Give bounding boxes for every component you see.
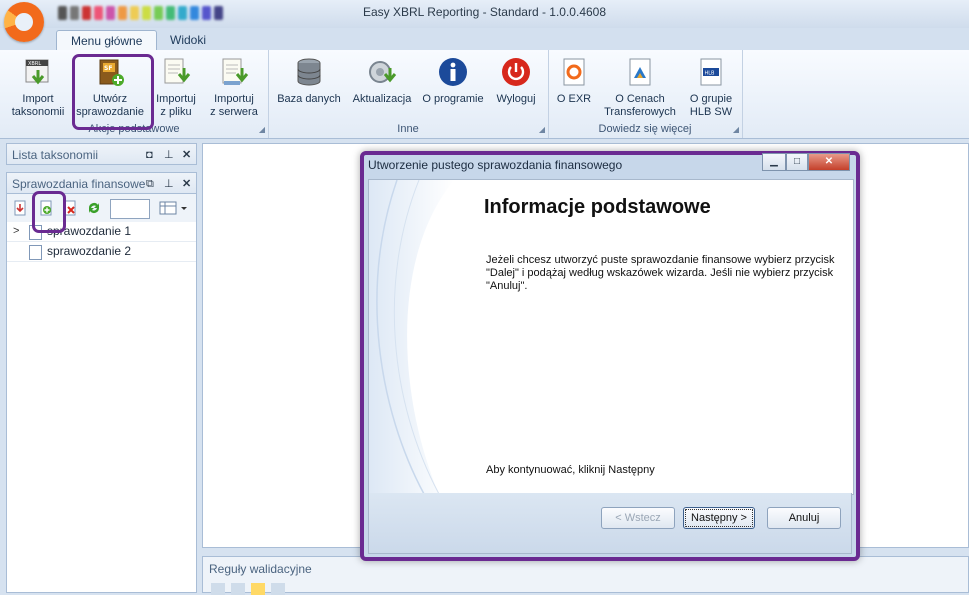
- back-button[interactable]: < Wstecz: [601, 507, 675, 529]
- panel-title: Sprawozdania finansowe: [12, 177, 146, 191]
- dialog-launcher-icon[interactable]: ◢: [539, 125, 545, 134]
- create-report-button[interactable]: SF Utwórz sprawozdanie: [76, 56, 144, 119]
- about-exr-button[interactable]: O EXR: [552, 56, 596, 106]
- dialog-launcher-icon[interactable]: ◢: [733, 125, 739, 134]
- exr-doc-icon: [558, 56, 590, 88]
- toolbar-icon[interactable]: [271, 583, 285, 595]
- cancel-button[interactable]: Anuluj: [767, 507, 841, 529]
- close-icon[interactable]: ✕: [808, 153, 850, 171]
- svg-text:HLB: HLB: [705, 71, 716, 77]
- import-taxonomy-button[interactable]: XBRL Import taksonomii: [8, 56, 68, 119]
- search-input[interactable]: [110, 199, 150, 219]
- toolbar-icon[interactable]: [231, 583, 245, 595]
- power-icon: [500, 56, 532, 88]
- import-report-icon[interactable]: [12, 200, 28, 216]
- pin-icon[interactable]: ⊥: [164, 144, 174, 166]
- list-item[interactable]: > sprawozdanie 1: [7, 222, 196, 241]
- info-icon: [437, 56, 469, 88]
- ribbon-tab-bar: Menu główne Widoki: [0, 28, 969, 51]
- hlb-doc-icon: HLB: [695, 56, 727, 88]
- import-from-file-button[interactable]: Importuj z pliku: [150, 56, 202, 119]
- import-server-icon: [218, 56, 250, 88]
- reports-panel: > sprawozdanie 1 sprawozdanie 2: [6, 194, 197, 593]
- report-doc-icon: [29, 245, 42, 260]
- logout-button[interactable]: Wyloguj: [492, 56, 540, 106]
- minimize-icon[interactable]: ▁: [762, 153, 786, 171]
- dialog-content: Informacje podstawowe Jeżeli chcesz utwo…: [368, 179, 854, 495]
- reports-toolbar: [7, 194, 196, 223]
- dialog-heading: Informacje podstawowe: [484, 196, 711, 218]
- about-transfer-pricing-button[interactable]: O Cenach Transferowych: [600, 56, 680, 119]
- dialog-title: Utworzenie pustego sprawozdania finansow…: [368, 158, 623, 172]
- validation-rules-panel: Reguły walidacyjne: [202, 556, 969, 595]
- import-from-server-button[interactable]: Importuj z serwera: [206, 56, 262, 119]
- validation-toolbar: [211, 583, 285, 595]
- toolbar-icon[interactable]: [251, 583, 265, 595]
- update-button[interactable]: Aktualizacja: [350, 56, 414, 106]
- report-doc-icon: [29, 225, 42, 240]
- import-file-icon: [160, 56, 192, 88]
- continue-hint: Aby kontynuować, kliknij Następny: [486, 464, 655, 476]
- refresh-icon[interactable]: [86, 200, 102, 216]
- group-label-other: Inne: [397, 123, 419, 135]
- xbrl-import-icon: XBRL: [22, 56, 54, 88]
- ribbon-group-other: Baza danych Aktualizacja O programie Wyl…: [268, 50, 549, 138]
- panel-title: Reguły walidacyjne: [209, 562, 312, 576]
- view-options-dropdown-icon[interactable]: [159, 200, 189, 216]
- svg-text:XBRL: XBRL: [28, 61, 41, 67]
- dialog-launcher-icon[interactable]: ◢: [259, 125, 265, 134]
- decorative-swoosh-icon: [369, 180, 454, 494]
- dialog-body-text: Jeżeli chcesz utworzyć puste sprawozdani…: [486, 254, 835, 292]
- transfer-pricing-doc-icon: [624, 56, 656, 88]
- ribbon-group-basic-actions: XBRL Import taksonomii SF Utwórz sprawoz…: [0, 50, 269, 138]
- svg-text:SF: SF: [104, 65, 112, 72]
- ribbon-group-learn-more: O EXR O Cenach Transferowych HLB O grupi…: [548, 50, 743, 138]
- tab-widoki[interactable]: Widoki: [156, 30, 220, 50]
- pin-icon[interactable]: ⊥: [164, 173, 174, 195]
- app-logo-button[interactable]: [4, 2, 44, 42]
- group-label-basic-actions: Akcje podstawowe: [88, 123, 180, 135]
- create-report-icon: SF: [94, 56, 126, 88]
- taxonomy-list-header: Lista taksonomii ◘ ⊥ ✕: [6, 143, 197, 165]
- expand-chevron-icon[interactable]: >: [13, 222, 19, 241]
- update-icon: [366, 56, 398, 88]
- app-title: Easy XBRL Reporting - Standard - 1.0.0.4…: [362, 5, 607, 19]
- dialog-footer: < Wstecz Następny > Anuluj: [368, 493, 852, 554]
- title-bar: Easy XBRL Reporting - Standard - 1.0.0.4…: [0, 0, 969, 28]
- next-button[interactable]: Następny >: [683, 507, 755, 529]
- list-item[interactable]: sprawozdanie 2: [7, 241, 196, 262]
- wizard-dialog: Utworzenie pustego sprawozdania finansow…: [360, 151, 860, 561]
- toolbar-icon[interactable]: [211, 583, 225, 595]
- about-program-button[interactable]: O programie: [420, 56, 486, 106]
- about-hlb-group-button[interactable]: HLB O grupie HLB SW: [684, 56, 738, 119]
- database-icon: [293, 56, 325, 88]
- panel-title: Lista taksonomii: [12, 148, 99, 162]
- close-icon[interactable]: ✕: [182, 144, 191, 166]
- close-icon[interactable]: ✕: [182, 173, 191, 195]
- new-report-icon[interactable]: [38, 200, 54, 216]
- tab-menu-glowne[interactable]: Menu główne: [56, 30, 158, 51]
- reports-panel-header: Sprawozdania finansowe ⧉ ⊥ ✕: [6, 172, 197, 194]
- maximize-icon[interactable]: □: [786, 153, 808, 171]
- float-window-icon[interactable]: ⧉: [146, 173, 154, 195]
- database-button[interactable]: Baza danych: [274, 56, 344, 106]
- window-position-icon[interactable]: ◘: [146, 144, 153, 166]
- group-label-learn-more: Dowiedz się więcej: [598, 123, 692, 135]
- ribbon: XBRL Import taksonomii SF Utwórz sprawoz…: [0, 50, 969, 139]
- window-controls: ▁ □ ✕: [762, 153, 850, 171]
- delete-report-icon[interactable]: [62, 200, 78, 216]
